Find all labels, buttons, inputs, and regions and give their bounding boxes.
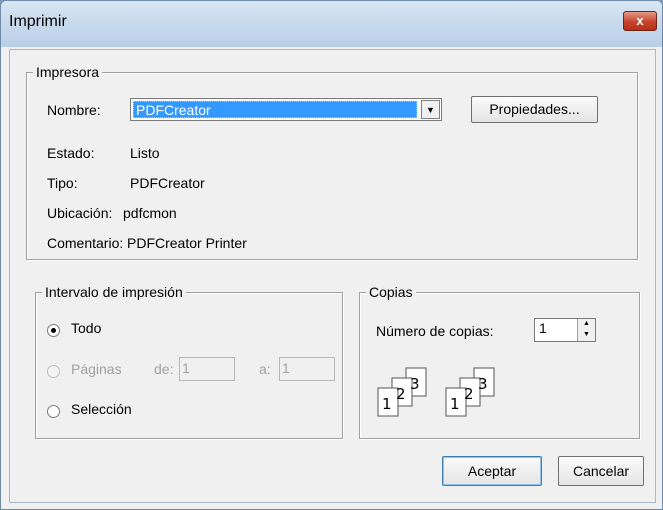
- status-label: Estado:: [47, 145, 95, 161]
- copies-count-stepper[interactable]: 1 ▲ ▼: [534, 318, 596, 342]
- range-pages-radio[interactable]: [47, 365, 60, 378]
- collate-page-1: 1: [382, 395, 392, 413]
- close-icon: x: [636, 13, 644, 28]
- collate-page-3: 3: [478, 375, 488, 393]
- spin-up-icon[interactable]: ▲: [578, 319, 595, 330]
- range-from-input[interactable]: 1: [179, 357, 235, 381]
- properties-button[interactable]: Propiedades...: [471, 96, 598, 123]
- close-button[interactable]: x: [623, 11, 657, 31]
- range-selection-label[interactable]: Selección: [71, 401, 132, 417]
- status-value: Listo: [130, 145, 160, 161]
- copies-count-value: 1: [539, 320, 547, 336]
- range-from-label: de:: [154, 361, 174, 377]
- chevron-down-icon[interactable]: ▼: [421, 100, 440, 119]
- range-pages-label[interactable]: Páginas: [71, 361, 122, 377]
- collate-page-2: 2: [464, 385, 474, 403]
- copies-group: Copias Número de copias: 1 ▲ ▼ 3 2 1 3 2…: [359, 284, 640, 439]
- type-value: PDFCreator: [130, 175, 205, 191]
- range-to-input[interactable]: 1: [279, 357, 335, 381]
- copies-count-label: Número de copias:: [376, 323, 494, 339]
- comment-value: PDFCreator Printer: [127, 235, 247, 251]
- print-dialog: Imprimir x Impresora Nombre: PDFCreator …: [0, 0, 663, 510]
- type-label: Tipo:: [47, 175, 78, 191]
- dialog-body: Impresora Nombre: PDFCreator ▼ Propiedad…: [9, 49, 656, 503]
- title-bar[interactable]: Imprimir x: [1, 1, 662, 47]
- printer-name-value: PDFCreator: [133, 101, 417, 118]
- copies-spin-buttons[interactable]: ▲ ▼: [577, 319, 595, 341]
- comment-label: Comentario:: [47, 235, 124, 251]
- location-label: Ubicación:: [47, 205, 113, 221]
- location-value: pdfcmon: [123, 205, 177, 221]
- print-range-legend: Intervalo de impresión: [42, 284, 186, 300]
- ok-button[interactable]: Aceptar: [442, 456, 542, 486]
- collate-icon: 3 2 1 3 2 1: [377, 367, 495, 417]
- printer-group-legend: Impresora: [33, 64, 103, 80]
- printer-name-select[interactable]: PDFCreator ▼: [130, 98, 442, 121]
- collate-page-3: 3: [410, 375, 420, 393]
- copies-legend: Copias: [366, 284, 416, 300]
- print-range-group: Intervalo de impresión Todo Páginas de: …: [35, 284, 343, 439]
- collate-set-2: 3 2 1: [445, 367, 495, 417]
- collate-page-2: 2: [396, 385, 406, 403]
- printer-group: Impresora Nombre: PDFCreator ▼ Propiedad…: [26, 64, 638, 260]
- range-all-radio[interactable]: [47, 324, 60, 337]
- collate-page-1: 1: [450, 395, 460, 413]
- range-all-label[interactable]: Todo: [71, 320, 101, 336]
- range-selection-radio[interactable]: [47, 405, 60, 418]
- range-to-label: a:: [259, 361, 271, 377]
- printer-name-label: Nombre:: [47, 102, 101, 118]
- spin-down-icon[interactable]: ▼: [578, 330, 595, 341]
- window-title: Imprimir: [9, 13, 67, 30]
- cancel-button[interactable]: Cancelar: [558, 456, 644, 486]
- collate-set-1: 3 2 1: [377, 367, 427, 417]
